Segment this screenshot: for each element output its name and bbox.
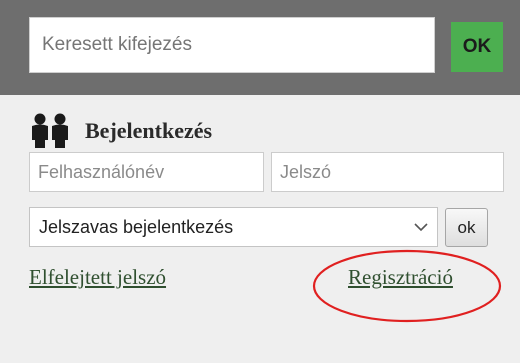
chevron-down-icon bbox=[414, 222, 428, 231]
login-method-value: Jelszavas bejelentkezés bbox=[39, 216, 234, 237]
login-header: Bejelentkezés bbox=[27, 111, 212, 151]
search-bar: OK bbox=[0, 0, 520, 95]
username-field[interactable] bbox=[29, 152, 264, 192]
login-panel: Bejelentkezés Jelszavas bejelentkezés ok… bbox=[0, 95, 520, 363]
forgot-password-link[interactable]: Elfelejtett jelszó bbox=[29, 265, 166, 290]
search-ok-button[interactable]: OK bbox=[451, 22, 503, 72]
login-method-select[interactable]: Jelszavas bejelentkezés bbox=[29, 207, 438, 247]
login-title: Bejelentkezés bbox=[85, 118, 213, 143]
register-link[interactable]: Regisztráció bbox=[348, 265, 453, 290]
login-ok-button[interactable]: ok bbox=[445, 208, 488, 247]
password-field[interactable] bbox=[271, 152, 504, 192]
users-icon bbox=[32, 113, 68, 148]
search-input[interactable] bbox=[29, 17, 435, 73]
